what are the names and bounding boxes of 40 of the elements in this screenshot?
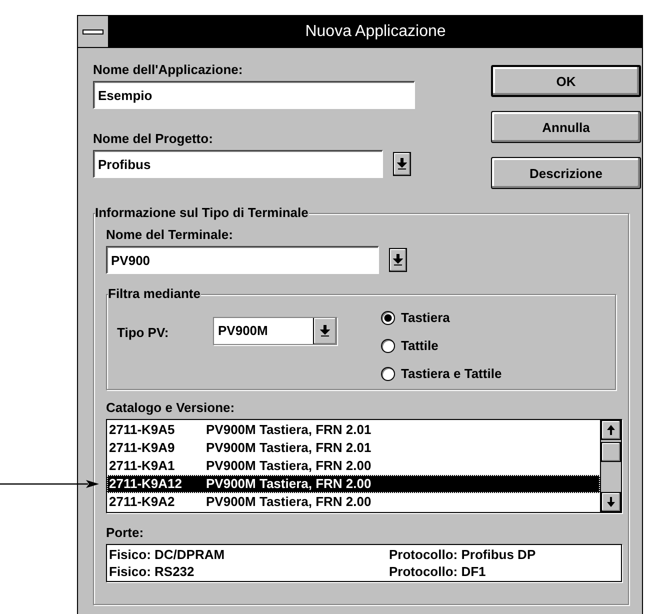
list-item[interactable]: 2711-K9A1 PV900M Tastiera, FRN 2.00	[107, 457, 600, 475]
field-label: Nome dell'Applicazione:	[93, 62, 243, 78]
scrollbar[interactable]	[600, 420, 621, 512]
field-label: Nome del Progetto:	[93, 131, 213, 147]
field-label: Porte:	[106, 525, 144, 541]
dialog-button[interactable]: OK	[491, 65, 641, 97]
window-title: Nuova Applicazione	[304, 22, 447, 40]
radio-button[interactable]	[381, 338, 395, 352]
list-item[interactable]: 2711-K9A9 PV900M Tastiera, FRN 2.01	[107, 439, 600, 457]
radio-label[interactable]: Tattile	[401, 337, 438, 354]
port-text: Protocollo: DF1	[389, 563, 486, 580]
dialog-button[interactable]: Annulla	[491, 111, 641, 143]
list-item[interactable]: 2711-K9A2 PV900M Tastiera, FRN 2.00	[107, 493, 600, 511]
dropdown-button[interactable]	[389, 248, 407, 272]
list-item[interactable]: 2711-K9A5 PV900M Tastiera, FRN 2.01	[107, 421, 600, 439]
down-arrow-icon	[397, 158, 407, 170]
radio-button[interactable]	[381, 366, 395, 380]
field-label: Catalogo e Versione:	[106, 400, 235, 416]
dialog-button[interactable]: Descrizione	[491, 157, 641, 189]
input-field[interactable]: Esempio	[93, 81, 415, 109]
input-field[interactable]: Profibus	[93, 150, 383, 178]
down-arrow-icon	[606, 496, 616, 508]
field-label: Tipo PV:	[117, 325, 170, 340]
field-label: Nome del Terminale:	[106, 227, 233, 243]
radio-button[interactable]	[381, 310, 395, 324]
menu-bar-icon	[82, 28, 104, 36]
dropdown-field[interactable]: PV900M	[213, 317, 337, 345]
radio-label[interactable]: Tastiera	[401, 309, 450, 326]
up-arrow-icon	[606, 424, 616, 436]
group-title: Informazione sul Tipo di Terminale	[95, 205, 310, 221]
dropdown-button[interactable]	[393, 152, 411, 176]
system-menu-button[interactable]	[78, 16, 109, 47]
down-arrow-icon	[320, 325, 330, 337]
port-text: Fisico: RS232	[109, 563, 196, 580]
scrollbar-thumb[interactable]	[601, 442, 621, 462]
port-text: Fisico: DC/DPRAM	[109, 546, 226, 563]
radio-label[interactable]: Tastiera e Tattile	[401, 365, 502, 382]
down-arrow-icon	[393, 254, 403, 266]
port-text: Protocollo: Profibus DP	[389, 546, 536, 563]
input-field[interactable]: PV900	[106, 246, 379, 274]
